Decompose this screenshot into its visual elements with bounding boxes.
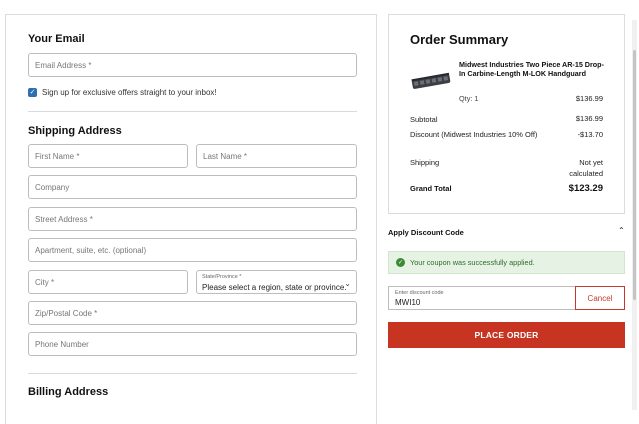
shipping-label: Shipping [410,158,440,167]
product-price: $136.99 [575,94,603,103]
company-field[interactable]: Company [28,175,357,199]
email-section-title: Your Email [28,33,85,45]
discount-label: Discount (Midwest Industries 10% Off) [410,130,538,139]
grand-total-label: Grand Total [410,184,452,193]
order-summary-panel: Order Summary Midwest Industries Two Pie… [388,14,625,214]
shipping-section-title: Shipping Address [28,125,122,137]
zip-field[interactable]: Zip/Postal Code * [28,301,357,325]
newsletter-row[interactable]: ✓ Sign up for exclusive offers straight … [28,88,217,97]
discount-code-input[interactable]: Enter discount code MWI10 [388,286,575,310]
first-name-field[interactable]: First Name * [28,144,188,168]
top-strip [0,0,639,4]
grand-total-value: $123.29 [568,183,603,194]
check-circle-icon: ✓ [396,258,405,267]
divider [28,373,357,374]
phone-field[interactable]: Phone Number [28,332,357,356]
discount-value: -$13.70 [577,130,603,139]
city-field[interactable]: City * [28,270,188,294]
success-message-text: Your coupon was successfully applied. [410,258,535,267]
order-summary-title: Order Summary [410,32,509,47]
product-image [411,72,451,89]
success-message: ✓ Your coupon was successfully applied. [388,251,625,274]
apartment-field[interactable]: Apartment, suite, etc. (optional) [28,238,357,262]
email-field[interactable]: Email Address * [28,53,357,77]
state-select[interactable]: State/Province * Please select a region,… [196,270,357,294]
street-address-field[interactable]: Street Address * [28,207,357,231]
billing-section-title: Billing Address [28,386,109,398]
state-select-label: State/Province * [202,274,242,280]
discount-code-value: MWI10 [395,298,421,307]
cancel-button[interactable]: Cancel [575,286,625,310]
scrollbar-thumb[interactable] [633,50,636,300]
last-name-field[interactable]: Last Name * [196,144,357,168]
discount-section-toggle[interactable]: Apply Discount Code [388,228,464,237]
newsletter-checkbox[interactable]: ✓ [28,88,37,97]
chevron-down-icon: ⌄ [344,279,351,288]
product-qty: Qty: 1 [459,94,479,103]
discount-code-label: Enter discount code [395,290,444,296]
product-name: Midwest Industries Two Piece AR-15 Drop-… [459,60,604,79]
subtotal-value: $136.99 [575,114,603,123]
place-order-button[interactable]: PLACE ORDER [388,322,625,348]
chevron-up-icon[interactable]: ⌃ [618,226,625,235]
divider [28,111,357,112]
checkout-form-panel: Your Email Email Address * ✓ Sign up for… [5,14,377,424]
shipping-value: Not yet calculated [569,158,603,178]
subtotal-label: Subtotal [410,115,438,124]
state-select-value: Please select a region, state or provinc… [202,283,347,292]
newsletter-label: Sign up for exclusive offers straight to… [42,88,217,97]
